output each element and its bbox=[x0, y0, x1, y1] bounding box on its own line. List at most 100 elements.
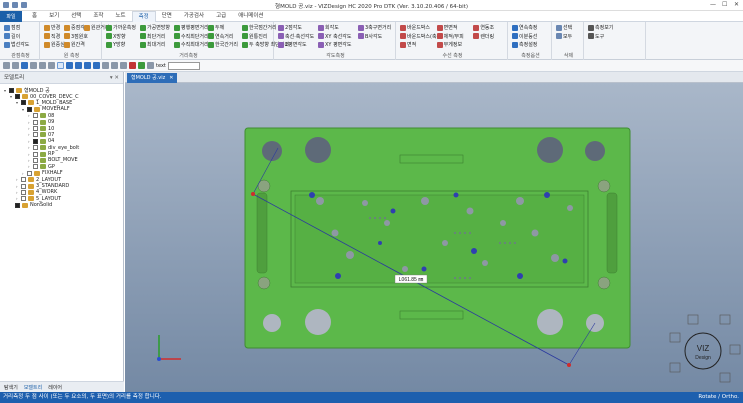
ribbon-button[interactable]: 축선·축선각도 bbox=[278, 33, 314, 40]
panel-tab[interactable]: 레이어 bbox=[48, 384, 62, 391]
viewport-canvas[interactable]: L061.85 ㎜ VIZ Design bbox=[125, 83, 743, 392]
tree-visibility-checkbox[interactable] bbox=[33, 132, 38, 138]
ribbon-button[interactable]: 면적 bbox=[400, 41, 416, 48]
ribbon-button[interactable]: 원간격 bbox=[64, 41, 85, 48]
ribbon-button[interactable]: 원중심 bbox=[44, 41, 65, 48]
panel-pin-close-icon[interactable]: ▾ ✕ bbox=[110, 72, 119, 84]
ribbon-button[interactable]: 연속측정 bbox=[512, 24, 537, 31]
menu-tab[interactable]: 단면 bbox=[156, 11, 178, 22]
tree-visibility-checkbox[interactable] bbox=[33, 157, 38, 163]
ribbon-button[interactable]: 한국간거리 bbox=[208, 41, 238, 48]
tree-visibility-checkbox[interactable] bbox=[33, 145, 38, 151]
rotate-icon[interactable] bbox=[66, 62, 73, 69]
note-icon[interactable] bbox=[147, 62, 154, 69]
ribbon-button[interactable]: 체적/부피 bbox=[436, 33, 464, 40]
panel-tab[interactable]: 모델트리 bbox=[24, 384, 42, 391]
menu-tab[interactable]: 보기 bbox=[43, 11, 65, 22]
ribbon-button[interactable]: 반경 bbox=[44, 24, 60, 31]
menu-tab[interactable]: 노트 bbox=[109, 11, 131, 22]
3d-viewport[interactable]: L061.85 ㎜ VIZ Design bbox=[125, 83, 743, 392]
ribbon-button[interactable]: XY 축선각도 bbox=[318, 33, 351, 40]
ribbon-button[interactable]: XY 평면각도 bbox=[318, 41, 351, 48]
ribbon-button[interactable]: 3점원호 bbox=[64, 33, 88, 40]
view-iso-icon[interactable] bbox=[120, 62, 127, 69]
ribbon-button[interactable]: 가까운측정 bbox=[106, 24, 136, 31]
ribbon-button[interactable]: 3축구면거리 bbox=[358, 24, 391, 31]
ribbon-button[interactable]: 길이 bbox=[4, 33, 20, 40]
ribbon-button[interactable]: X방향 bbox=[106, 33, 126, 40]
ribbon-button[interactable]: 평행평면거리 bbox=[174, 24, 209, 31]
ribbon-button[interactable]: Y방향 bbox=[106, 41, 125, 48]
select-icon[interactable] bbox=[57, 62, 64, 69]
ribbon-button[interactable]: 가공면방향 bbox=[140, 24, 170, 31]
ribbon-button[interactable]: 법선각도 bbox=[4, 41, 29, 48]
measure-point-end[interactable] bbox=[567, 363, 571, 367]
text-tool-label[interactable]: text bbox=[156, 63, 166, 69]
measure-icon[interactable] bbox=[129, 62, 136, 69]
ribbon-button[interactable]: B사각도 bbox=[358, 33, 382, 40]
menu-tab[interactable]: 측정 bbox=[131, 10, 156, 22]
view-front-icon[interactable] bbox=[102, 62, 109, 69]
tree-visibility-checkbox[interactable] bbox=[21, 189, 26, 195]
new-icon[interactable] bbox=[3, 62, 10, 69]
tree-visibility-checkbox[interactable] bbox=[27, 106, 32, 112]
tree-visibility-checkbox[interactable] bbox=[21, 183, 26, 189]
fit-icon[interactable] bbox=[93, 62, 100, 69]
tree-visibility-checkbox[interactable] bbox=[15, 202, 20, 208]
file-menu-button[interactable]: 파일 bbox=[0, 10, 22, 22]
ribbon-button[interactable]: 두께 bbox=[208, 24, 224, 31]
ribbon-button[interactable]: 점점 bbox=[4, 24, 20, 31]
menu-tab[interactable]: 애니메이션 bbox=[232, 11, 269, 22]
pan-icon[interactable] bbox=[75, 62, 82, 69]
ribbon-button[interactable]: 도구 bbox=[588, 33, 604, 40]
ribbon-button[interactable]: 측정보기 bbox=[588, 24, 613, 31]
ribbon-button[interactable]: 수직최대거리 bbox=[174, 41, 209, 48]
ribbon-button[interactable]: 2점각도 bbox=[278, 24, 302, 31]
tree-node[interactable]: NonSolid bbox=[0, 202, 123, 208]
document-tab-close-icon[interactable]: ✕ bbox=[169, 75, 173, 81]
redo-icon[interactable] bbox=[48, 62, 55, 69]
view-top-icon[interactable] bbox=[111, 62, 118, 69]
panel-tab[interactable]: 탐색기 bbox=[4, 384, 18, 391]
tree-visibility-checkbox[interactable] bbox=[33, 113, 38, 119]
tree-visibility-checkbox[interactable] bbox=[15, 94, 20, 100]
minimize-button[interactable]: — bbox=[710, 1, 716, 8]
tree-visibility-checkbox[interactable] bbox=[27, 170, 32, 176]
document-tab[interactable]: 형MOLD 공.viz ✕ bbox=[127, 73, 178, 83]
menu-tab[interactable]: 고급 bbox=[210, 11, 232, 22]
open-icon[interactable] bbox=[12, 62, 19, 69]
tree-visibility-checkbox[interactable] bbox=[9, 87, 14, 93]
ribbon-button[interactable]: 모두 bbox=[556, 33, 572, 40]
menu-tab[interactable]: 가공검사 bbox=[178, 11, 210, 22]
zoom-icon[interactable] bbox=[84, 62, 91, 69]
menu-tab[interactable]: 조작 bbox=[87, 11, 109, 22]
print-icon[interactable] bbox=[30, 62, 37, 69]
menu-tab[interactable]: 선택 bbox=[65, 11, 87, 22]
undo-icon[interactable] bbox=[39, 62, 46, 69]
ribbon-button[interactable]: 직경 bbox=[44, 33, 60, 40]
close-button[interactable]: ✕ bbox=[734, 1, 739, 8]
tree-visibility-checkbox[interactable] bbox=[33, 138, 38, 144]
ribbon-button[interactable]: 최대거리 bbox=[140, 41, 165, 48]
tree-visibility-checkbox[interactable] bbox=[33, 151, 38, 157]
ribbon-button[interactable]: 바운드박스(축) bbox=[400, 33, 439, 40]
save-icon[interactable] bbox=[21, 62, 28, 69]
ribbon-button[interactable]: 한국점간거리 bbox=[242, 24, 277, 31]
tree-visibility-checkbox[interactable] bbox=[33, 164, 38, 170]
tree-visibility-checkbox[interactable] bbox=[33, 126, 38, 132]
ribbon-button[interactable]: 회각도 bbox=[318, 24, 339, 31]
tree-visibility-checkbox[interactable] bbox=[21, 177, 26, 183]
ribbon-button[interactable]: 측정설정 bbox=[512, 41, 537, 48]
ribbon-button[interactable]: 렌더링 bbox=[473, 33, 494, 40]
ribbon-button[interactable]: 최단거리 bbox=[140, 33, 165, 40]
menu-tab[interactable]: 홈 bbox=[26, 11, 43, 22]
tree-visibility-checkbox[interactable] bbox=[21, 100, 26, 106]
measure-point-start[interactable] bbox=[251, 192, 255, 196]
ribbon-button[interactable]: 원통진리 bbox=[242, 33, 267, 40]
ribbon-button[interactable]: 연속거리 bbox=[208, 33, 233, 40]
section-icon[interactable] bbox=[138, 62, 145, 69]
maximize-button[interactable]: ☐ bbox=[722, 1, 727, 8]
tree-visibility-checkbox[interactable] bbox=[33, 119, 38, 125]
ribbon-button[interactable]: 선택 bbox=[556, 24, 572, 31]
ribbon-button[interactable]: 면면적 bbox=[436, 24, 457, 31]
